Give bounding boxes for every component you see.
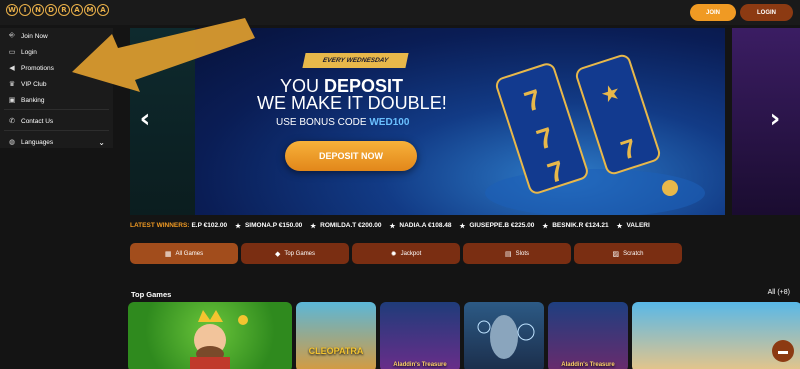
logo-letter: W — [6, 4, 18, 16]
winner-entry: ROMILDA.T €200.00 — [320, 222, 382, 229]
sidebar-item-languages[interactable]: ◍ Languages ⌄ — [0, 134, 113, 150]
deposit-now-button[interactable]: DEPOSIT NOW — [285, 141, 417, 171]
logo-letter: I — [19, 4, 31, 16]
sidebar-divider — [4, 109, 109, 110]
logo-letter: D — [45, 4, 57, 16]
promo-bonus-code: USE BONUS CODE WED100 — [276, 117, 410, 128]
chat-icon[interactable]: ▬ — [772, 340, 794, 362]
sidebar-item-login[interactable]: ▭ Login — [0, 44, 113, 60]
sidebar-item-label: Promotions — [21, 64, 54, 72]
promo-banner[interactable]: EVERY WEDNESDAY YOU DEPOSIT WE MAKE IT D… — [195, 28, 725, 215]
tab-jackpot[interactable]: ✹ Jackpot — [352, 243, 460, 264]
join-icon: ⎆ — [9, 32, 15, 39]
star-icon: ★ — [310, 222, 317, 230]
login-button[interactable]: LOGIN — [740, 4, 793, 21]
tab-all-games[interactable]: ▦ All Games — [130, 243, 238, 264]
game-tile[interactable]: CLEOPATRA — [296, 302, 376, 369]
sidebar-item-promotions[interactable]: ◀ Promotions — [0, 60, 113, 76]
game-title: Aladdin's Treasure — [393, 362, 447, 368]
grid-icon: ▦ — [164, 250, 172, 258]
winner-entry: GIUSEPPE.B €225.00 — [469, 222, 535, 229]
login-icon: ▭ — [8, 49, 16, 56]
winner-entry: VALERI — [626, 222, 650, 229]
vip-icon: ♛ — [8, 81, 16, 88]
game-tile[interactable]: Aladdin's Treasure — [380, 302, 460, 369]
chevron-left-icon[interactable]: ‹ — [135, 104, 155, 134]
sidebar-item-label: Contact Us — [21, 117, 54, 125]
winner-entry: E.P €102.00 — [191, 222, 228, 229]
game-tile[interactable] — [464, 302, 544, 369]
scratch-icon: ▨ — [612, 250, 620, 258]
dolphin-illustration — [477, 315, 535, 359]
chevron-right-icon[interactable]: › — [765, 104, 785, 134]
star-icon: ★ — [459, 222, 466, 230]
latest-winners-ticker: LATEST WINNERS: E.P €102.00 ★ SIMONA.P €… — [130, 218, 800, 233]
sidebar-menu: ⎆ Join Now ▭ Login ◀ Promotions ♛ VIP Cl… — [0, 28, 113, 148]
winner-entry: BESNIK.R €124.21 — [552, 222, 609, 229]
logo-letter: R — [58, 4, 70, 16]
sidebar-item-contact-us[interactable]: ✆ Contact Us — [0, 113, 113, 129]
tab-slots[interactable]: ▤ Slots — [463, 243, 571, 264]
logo-letter: M — [84, 4, 96, 16]
king-character-illustration — [190, 310, 248, 369]
megaphone-icon: ◀ — [9, 65, 15, 72]
star-icon: ★ — [235, 222, 241, 230]
banking-icon: ▣ — [8, 97, 16, 104]
sidebar-item-label: Banking — [21, 96, 45, 104]
phone-icon: ✆ — [9, 118, 15, 125]
logo-letter: A — [97, 4, 109, 16]
top-games-row: CLEOPATRA Aladdin's Treasure Aladdin's T… — [128, 302, 800, 369]
sidebar-item-vip-club[interactable]: ♛ VIP Club — [0, 76, 113, 92]
tab-scratch[interactable]: ▨ Scratch — [574, 243, 682, 264]
sidebar-item-label: Login — [21, 48, 37, 56]
sidebar-item-label: Languages — [21, 138, 54, 146]
sidebar-divider — [4, 130, 109, 131]
diamond-icon: ◆ — [274, 250, 281, 258]
sidebar-item-label: Join Now — [21, 32, 48, 40]
view-all-link[interactable]: All (+8) — [768, 289, 790, 296]
game-tile[interactable]: Aladdin's Treasure — [548, 302, 628, 369]
category-tabs: ▦ All Games ◆ Top Games ✹ Jackpot ▤ Slot… — [130, 243, 682, 264]
game-title: Aladdin's Treasure — [561, 362, 615, 368]
sidebar-item-banking[interactable]: ▣ Banking — [0, 92, 113, 108]
top-header: W I N D R A M A JOIN LOGIN — [0, 0, 800, 25]
join-button[interactable]: JOIN — [690, 4, 736, 21]
tab-top-games[interactable]: ◆ Top Games — [241, 243, 349, 264]
promo-headline-2: WE MAKE IT DOUBLE! — [257, 93, 447, 113]
winner-entry: NADIA.A €108.48 — [399, 222, 452, 229]
star-icon: ★ — [616, 222, 623, 230]
winner-entry: SIMONA.P €150.00 — [244, 222, 303, 229]
star-icon: ★ — [389, 222, 396, 230]
sidebar-item-join-now[interactable]: ⎆ Join Now — [0, 28, 113, 44]
slot-drums-illustration: 7 7 7 ★ 7 — [485, 54, 705, 215]
sidebar-item-label: VIP Club — [21, 80, 47, 88]
game-tile[interactable] — [128, 302, 292, 369]
game-title: CLEOPATRA — [308, 346, 364, 356]
logo-letter: N — [32, 4, 44, 16]
chevron-down-icon[interactable]: ⌄ — [98, 138, 105, 147]
ticker-label: LATEST WINNERS: — [130, 222, 190, 229]
logo-letter: A — [71, 4, 83, 16]
brand-logo[interactable]: W I N D R A M A — [6, 4, 109, 16]
coin-icon: ✹ — [390, 250, 397, 258]
globe-icon: ◍ — [8, 139, 16, 146]
star-icon: ★ — [542, 222, 549, 230]
slots-icon: ▤ — [505, 250, 512, 258]
top-games-heading: Top Games — [131, 290, 172, 299]
promo-badge: EVERY WEDNESDAY — [302, 53, 409, 68]
